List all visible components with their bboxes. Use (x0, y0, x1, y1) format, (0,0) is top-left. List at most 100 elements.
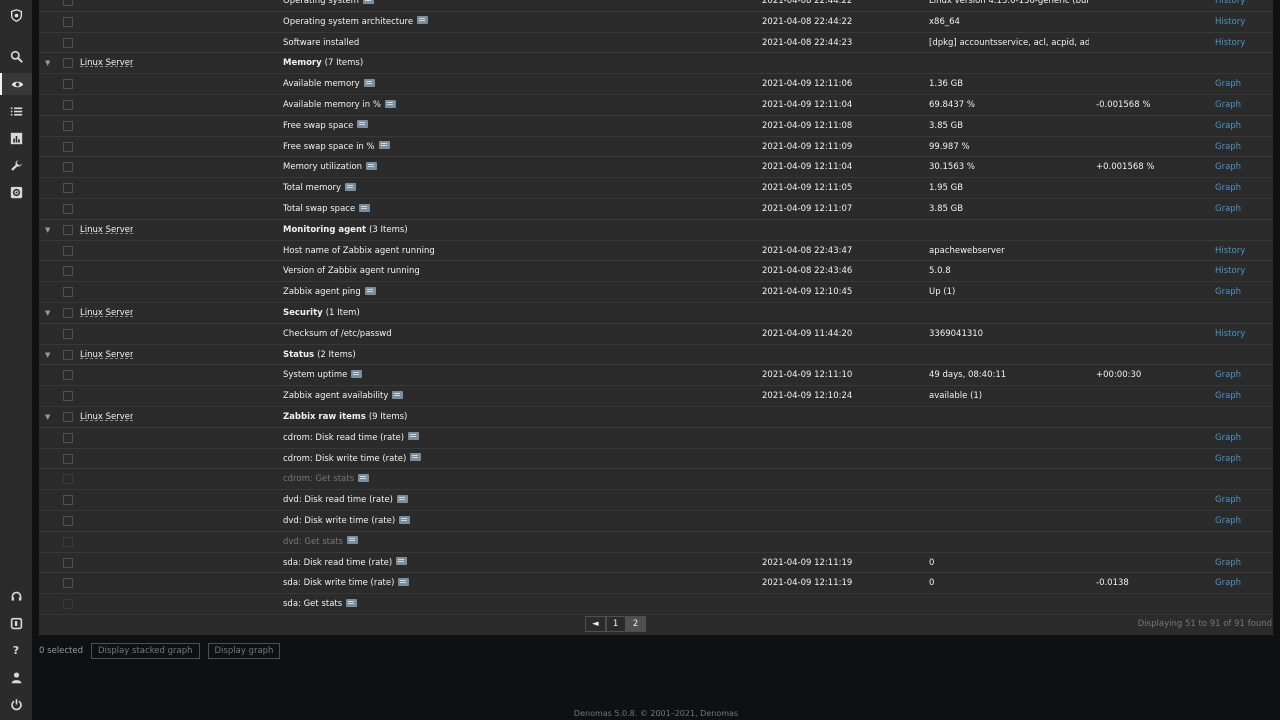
row-checkbox[interactable] (63, 0, 73, 6)
host-link[interactable]: Linux Server (80, 345, 133, 365)
description-icon[interactable] (345, 182, 357, 191)
logo-shield-icon[interactable] (0, 4, 32, 26)
row-checkbox[interactable] (63, 224, 73, 235)
row-checkbox[interactable] (63, 141, 73, 152)
description-icon[interactable] (346, 536, 358, 545)
row-checkbox[interactable] (63, 391, 73, 402)
graph-link[interactable]: Graph (1215, 137, 1241, 157)
graph-link[interactable]: Graph (1215, 116, 1241, 136)
graph-link[interactable]: Graph (1215, 553, 1241, 573)
history-link[interactable]: History (1215, 33, 1245, 53)
description-icon[interactable] (392, 390, 404, 399)
description-icon[interactable] (398, 577, 410, 586)
description-icon[interactable] (410, 453, 422, 462)
row-checkbox[interactable] (63, 557, 73, 568)
description-icon[interactable] (396, 557, 408, 566)
row-checkbox[interactable] (63, 349, 73, 360)
page-1-button[interactable]: 1 (605, 616, 626, 632)
graph-link[interactable]: Graph (1215, 74, 1241, 94)
graph-link[interactable]: Graph (1215, 573, 1241, 593)
description-icon[interactable] (417, 16, 429, 25)
graph-link[interactable]: Graph (1215, 386, 1241, 406)
description-icon[interactable] (384, 99, 396, 108)
row-checkbox[interactable] (63, 204, 73, 214)
row-checkbox[interactable] (63, 16, 73, 27)
display-graph-button[interactable]: Display graph (207, 643, 281, 659)
graph-link[interactable]: Graph (1215, 282, 1241, 302)
row-checkbox[interactable] (63, 37, 73, 48)
item-name-text: cdrom: Disk write time (rate) (283, 453, 407, 464)
description-icon[interactable] (359, 203, 371, 212)
list-icon[interactable] (0, 100, 32, 122)
host-link[interactable]: Linux Server (80, 53, 133, 73)
description-icon[interactable] (399, 515, 411, 524)
collapse-toggle-icon[interactable]: ▼ (45, 345, 50, 365)
reports-chart-icon[interactable] (0, 127, 32, 149)
row-checkbox[interactable] (63, 120, 73, 131)
row-checkbox[interactable] (63, 432, 73, 443)
graph-link[interactable]: Graph (1215, 490, 1241, 510)
history-link[interactable]: History (1215, 12, 1245, 32)
row-checkbox[interactable] (63, 100, 73, 110)
description-icon[interactable] (397, 494, 408, 503)
row-checkbox[interactable] (63, 495, 73, 506)
row-checkbox[interactable] (63, 245, 73, 256)
row-checkbox[interactable] (63, 474, 73, 485)
description-icon[interactable] (364, 286, 376, 295)
row-checkbox[interactable] (63, 453, 73, 464)
row-checkbox[interactable] (63, 79, 73, 90)
row-checkbox[interactable] (63, 162, 73, 173)
share-icon[interactable] (0, 612, 32, 634)
row-checkbox[interactable] (63, 308, 73, 318)
row-checkbox[interactable] (63, 266, 73, 277)
search-icon[interactable] (0, 45, 32, 67)
description-icon[interactable] (346, 598, 358, 607)
row-checkbox[interactable] (63, 183, 73, 194)
configuration-wrench-icon[interactable] (0, 154, 32, 176)
monitoring-eye-icon[interactable] (0, 73, 32, 95)
description-icon[interactable] (363, 78, 375, 87)
host-link[interactable]: Linux Server (80, 407, 133, 427)
display-stacked-graph-button[interactable]: Display stacked graph (91, 643, 200, 659)
graph-link[interactable]: Graph (1215, 199, 1241, 219)
description-icon[interactable] (366, 161, 378, 170)
history-link[interactable]: History (1215, 0, 1245, 11)
row-checkbox[interactable] (63, 328, 73, 339)
graph-link[interactable]: Graph (1215, 178, 1241, 198)
graph-link[interactable]: Graph (1215, 449, 1241, 469)
administration-gear-icon[interactable] (0, 181, 32, 203)
description-icon[interactable] (358, 473, 370, 482)
description-icon[interactable] (378, 141, 390, 150)
history-link[interactable]: History (1215, 324, 1245, 344)
graph-link[interactable]: Graph (1215, 95, 1241, 115)
host-link[interactable]: Linux Server (80, 220, 133, 240)
row-checkbox[interactable] (63, 578, 73, 589)
description-icon[interactable] (357, 120, 369, 129)
help-icon[interactable]: ? (0, 639, 32, 661)
host-link[interactable]: Linux Server (80, 303, 133, 323)
page-2-button[interactable]: 2 (625, 616, 646, 632)
row-checkbox[interactable] (63, 370, 73, 381)
row-checkbox[interactable] (63, 536, 73, 547)
collapse-toggle-icon[interactable]: ▼ (45, 303, 50, 323)
graph-link[interactable]: Graph (1215, 428, 1241, 448)
description-icon[interactable] (408, 432, 420, 441)
row-checkbox[interactable] (63, 58, 73, 69)
collapse-toggle-icon[interactable]: ▼ (45, 407, 50, 427)
user-profile-icon[interactable] (0, 666, 32, 688)
history-link[interactable]: History (1215, 261, 1245, 281)
graph-link[interactable]: Graph (1215, 365, 1241, 385)
page-prev-button[interactable]: ◄ (585, 616, 606, 632)
collapse-toggle-icon[interactable]: ▼ (45, 220, 50, 240)
row-checkbox[interactable] (63, 516, 73, 526)
description-icon[interactable] (362, 0, 374, 4)
collapse-toggle-icon[interactable]: ▼ (45, 53, 50, 73)
row-checkbox[interactable] (63, 599, 73, 610)
description-icon[interactable] (351, 369, 363, 378)
row-checkbox[interactable] (63, 287, 73, 298)
support-headset-icon[interactable] (0, 585, 32, 607)
row-checkbox[interactable] (63, 412, 73, 422)
history-link[interactable]: History (1215, 241, 1245, 261)
graph-link[interactable]: Graph (1215, 511, 1241, 531)
graph-link[interactable]: Graph (1215, 157, 1241, 177)
